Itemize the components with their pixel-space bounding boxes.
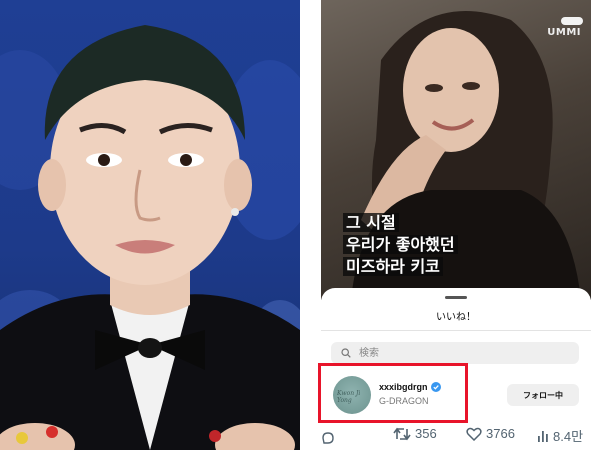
video-caption: 그 시절 우리가 좋아했던 미즈하라 키코 xyxy=(343,213,458,276)
repost-stat[interactable]: 356 xyxy=(393,426,437,441)
search-input[interactable] xyxy=(357,346,561,360)
menu-pill-icon[interactable] xyxy=(561,17,583,25)
caption-line-3: 미즈하라 키코 xyxy=(343,257,443,276)
sheet-title: いいね！ xyxy=(436,312,476,323)
search-icon xyxy=(341,348,351,358)
view-count: 8.4만 xyxy=(553,429,584,444)
view-stat[interactable]: 8.4만 xyxy=(537,426,583,445)
search-bar[interactable] xyxy=(331,342,579,364)
video-thumbnail[interactable]: UMMI 그 시절 우리가 좋아했던 미즈하라 키코 xyxy=(321,0,591,300)
caption-line-2: 우리가 좋아했던 xyxy=(343,235,458,254)
portrait-illustration xyxy=(0,25,300,450)
comment-icon[interactable] xyxy=(321,431,335,445)
red-highlight-box xyxy=(318,363,468,423)
views-chart-icon xyxy=(538,430,548,442)
sheet-grabber[interactable] xyxy=(445,296,467,299)
divider xyxy=(321,330,591,331)
repost-count: 356 xyxy=(415,426,437,441)
like-count: 3766 xyxy=(486,426,515,441)
caption-line-1: 그 시절 xyxy=(343,213,399,232)
heart-icon xyxy=(466,427,482,441)
watermark: UMMI xyxy=(547,27,581,38)
post-stats-bar: 356 3766 8.4만 xyxy=(321,421,591,450)
following-button[interactable]: フォロー中 xyxy=(507,384,579,406)
like-stat[interactable]: 3766 xyxy=(466,426,515,441)
repost-icon xyxy=(393,427,411,440)
left-portrait-photo xyxy=(0,0,300,450)
